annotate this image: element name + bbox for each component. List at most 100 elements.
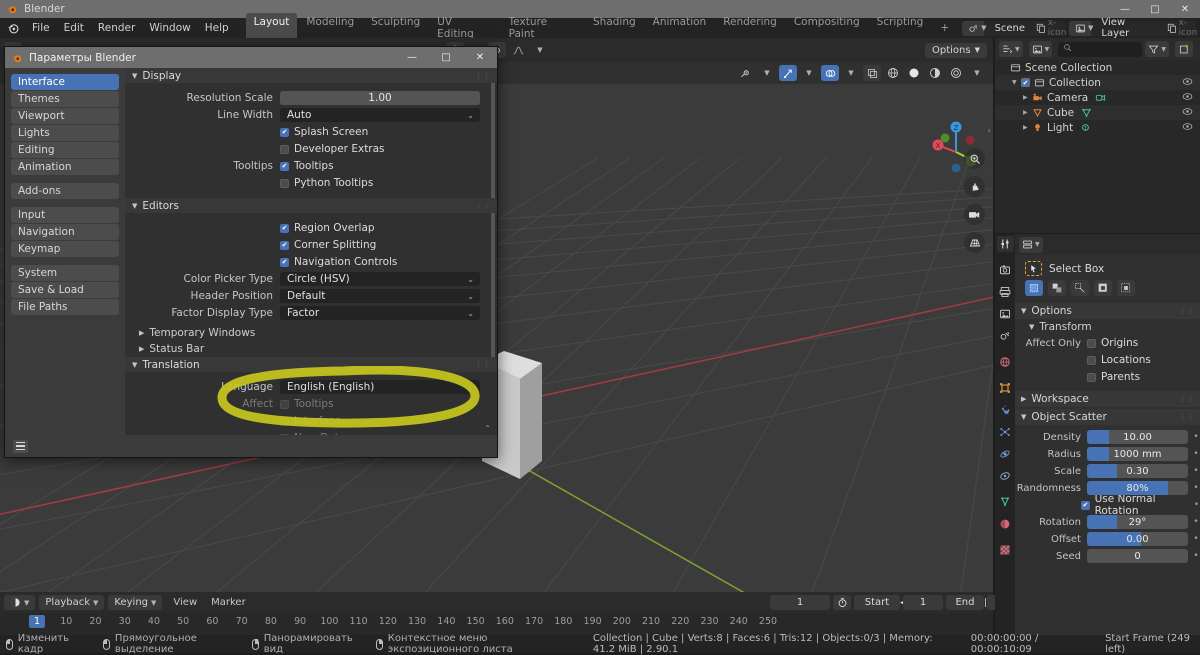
animate-dot-icon[interactable]: • (1192, 517, 1200, 527)
scatter-slider-offset[interactable]: 0.00 (1087, 532, 1188, 546)
current-frame-field[interactable]: 1 (770, 595, 830, 610)
falloff-curve-icon[interactable] (509, 42, 528, 58)
chevron-down-icon[interactable]: ▼ (842, 65, 860, 81)
properties-tab-physics[interactable] (997, 446, 1014, 462)
affect-origins-checkbox[interactable]: Origins (1087, 337, 1138, 349)
ortho-persp-icon[interactable] (964, 232, 985, 253)
preferences-nav[interactable]: Interface Themes Viewport Lights Editing Anim… (5, 68, 125, 457)
select-extend-icon[interactable] (1048, 280, 1066, 296)
preferences-nav-interface[interactable]: Interface (11, 74, 119, 90)
outliner-display-icon[interactable]: ▼ (999, 41, 1023, 57)
affect-locations-checkbox[interactable]: Locations (1087, 354, 1151, 366)
os-close-button[interactable]: ✕ (1170, 0, 1200, 18)
use-normal-rotation-checkbox[interactable]: ✔ Use Normal Rotation (1081, 493, 1192, 517)
xray-icon[interactable] (863, 65, 881, 81)
preferences-nav-add-ons[interactable]: Add-ons (11, 183, 119, 199)
splash-screen-checkbox[interactable]: ✔ Splash Screen (280, 126, 368, 138)
chevron-down-icon[interactable]: ▼ (800, 65, 818, 81)
select-new-icon[interactable] (1025, 280, 1043, 296)
os-minimize-button[interactable]: — (1110, 0, 1140, 18)
tooltips-checkbox[interactable]: ✔ Tooltips (280, 160, 334, 172)
navigation-controls-checkbox[interactable]: ✔ Navigation Controls (280, 256, 397, 268)
preferences-nav-viewport[interactable]: Viewport (11, 108, 119, 124)
preferences-window[interactable]: Параметры Blender — □ ✕ Interface Themes V… (4, 46, 498, 458)
properties-tab-material[interactable] (997, 516, 1014, 532)
gizmo-icon[interactable] (779, 65, 797, 81)
expander-icon[interactable]: ▶ (1023, 94, 1032, 101)
timeline-editor-type-icon[interactable]: ▼ (4, 595, 36, 610)
new-scene-button[interactable] (1033, 21, 1049, 36)
line-width-dropdown[interactable]: Auto ⌄ (280, 108, 480, 122)
timeline-menu-marker[interactable]: Marker (204, 595, 253, 610)
panel-options[interactable]: ▼ Options ⋮⋮ (1015, 303, 1200, 319)
animate-dot-icon[interactable]: • (1192, 483, 1200, 493)
preferences-nav-lights[interactable]: Lights (11, 125, 119, 141)
menu-help[interactable]: Help (198, 20, 236, 36)
scroll-up-arrow[interactable]: ⌃ (484, 424, 491, 433)
filter-display-icon[interactable]: ▼ (1028, 41, 1053, 57)
properties-tab-constraints[interactable] (997, 468, 1014, 484)
outliner-row-collection[interactable]: ▼ ✔ Collection (995, 75, 1200, 90)
outliner-search-input[interactable] (1058, 41, 1143, 57)
preferences-maximize-button[interactable]: □ (429, 47, 463, 68)
affect-tooltips-checkbox[interactable]: Tooltips (280, 398, 334, 410)
properties-tab-texture[interactable] (997, 542, 1014, 558)
menu-window[interactable]: Window (142, 20, 197, 36)
hand-pan-icon[interactable] (964, 176, 985, 197)
python-tooltips-checkbox[interactable]: Python Tooltips (280, 177, 373, 189)
outliner-tree[interactable]: Scene Collection ▼ ✔ Collection ▶ Camera ▶ Cube… (995, 60, 1200, 135)
menu-edit[interactable]: Edit (57, 20, 91, 36)
properties-tab-world[interactable] (997, 354, 1014, 370)
corner-splitting-checkbox[interactable]: ✔ Corner Splitting (280, 239, 376, 251)
preferences-nav-themes[interactable]: Themes (11, 91, 119, 107)
properties-tab-render[interactable] (997, 262, 1014, 278)
expander-icon[interactable]: ▼ (1012, 79, 1021, 86)
select-subtract-icon[interactable] (1071, 280, 1089, 296)
subsection-status-bar[interactable]: ▶ Status Bar (125, 341, 497, 357)
outliner-row-camera[interactable]: ▶ Camera (995, 90, 1200, 105)
timeline-playhead[interactable]: 1 (28, 615, 46, 628)
expander-icon[interactable]: ▶ (1023, 109, 1032, 116)
overlays-icon[interactable] (821, 65, 839, 81)
chevron-down-icon[interactable]: ▼ (531, 42, 549, 58)
expander-icon[interactable]: ▶ (1023, 124, 1032, 131)
visibility-icon[interactable] (736, 65, 755, 81)
preferences-nav-navigation[interactable]: Navigation (11, 224, 119, 240)
animate-dot-icon[interactable]: • (1192, 449, 1200, 459)
scatter-slider-seed[interactable]: 0 (1087, 549, 1188, 563)
sidebar-toggle-arrow[interactable]: ‹ (987, 126, 991, 136)
panel-workspace[interactable]: ▶ Workspace ⋮⋮ (1015, 391, 1200, 407)
developer-extras-checkbox[interactable]: Developer Extras (280, 143, 385, 155)
camera-data-icon[interactable] (1095, 92, 1106, 103)
properties-tab-tool[interactable] (996, 236, 1014, 252)
outliner-editor[interactable]: ▼ ▼ ▼ Scene Collection ▼ ✔ Collection ▶ Camer… (995, 38, 1200, 233)
outliner-row-cube[interactable]: ▶ Cube (995, 105, 1200, 120)
affect-parents-checkbox[interactable]: Parents (1087, 371, 1140, 383)
stopwatch-icon[interactable] (833, 595, 851, 610)
preferences-nav-editing[interactable]: Editing (11, 142, 119, 158)
remove-scene-button[interactable]: x-icon (1048, 18, 1067, 38)
wireframe-icon[interactable] (884, 65, 902, 81)
preferences-nav-input[interactable]: Input (11, 207, 119, 223)
scatter-slider-radius[interactable]: 1000 mm (1087, 447, 1188, 461)
properties-editor[interactable]: ▼ Select Box ▼ Options ⋮⋮ ▼ Transform Af… (995, 234, 1200, 635)
factor-display-type-dropdown[interactable]: Factor ⌄ (280, 306, 480, 320)
resolution-scale-field[interactable]: 1.00 (280, 91, 480, 105)
animate-dot-icon[interactable]: • (1192, 534, 1200, 544)
properties-tab-data[interactable] (997, 494, 1014, 510)
animate-dot-icon[interactable]: • (1192, 551, 1200, 561)
preferences-nav-animation[interactable]: Animation (11, 159, 119, 175)
section-editors[interactable]: ▼ Editors ⋮⋮ (125, 198, 497, 213)
outliner-row-scene-collection[interactable]: Scene Collection (995, 60, 1200, 75)
new-collection-icon[interactable] (1175, 41, 1193, 57)
preferences-nav-save-load[interactable]: Save & Load (11, 282, 119, 298)
scatter-slider-rotation[interactable]: 29° (1087, 515, 1188, 529)
language-dropdown[interactable]: English (English) ⌄ (280, 380, 480, 394)
timeline-menu-keying[interactable]: Keying ▼ (108, 595, 163, 610)
properties-tab-object[interactable] (997, 380, 1014, 396)
scatter-slider-density[interactable]: 10.00 (1087, 430, 1188, 444)
view-layer-selector[interactable]: ▼ View Layer x-icon (1069, 17, 1197, 39)
add-workspace-button[interactable]: + (932, 19, 957, 37)
subsection-temporary-windows[interactable]: ▶ Temporary Windows (125, 325, 497, 341)
properties-editor-icon[interactable]: ▼ (1019, 236, 1043, 253)
